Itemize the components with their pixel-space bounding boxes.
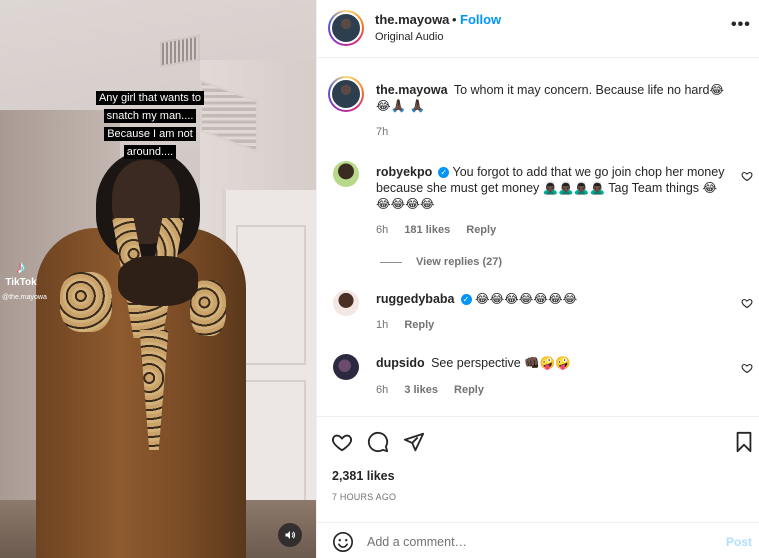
reply-button[interactable]: Reply (454, 384, 484, 396)
follow-button[interactable]: Follow (460, 12, 501, 27)
post-actions: 2,381 likes 7 HOURS AGO Post (317, 416, 759, 556)
more-options-button[interactable]: ••• (731, 16, 751, 34)
avatar[interactable] (328, 76, 364, 112)
add-comment-row: Post (317, 522, 759, 557)
reply-button[interactable]: Reply (466, 224, 496, 236)
emoji-smiley-icon[interactable] (332, 531, 354, 553)
video-caption: Any girl that wants to snatch my man....… (90, 88, 210, 160)
speaker-icon (285, 531, 296, 539)
comment-likes[interactable]: 181 likes (404, 224, 450, 236)
comment-meta: 6h 3 likes Reply (376, 384, 497, 396)
add-comment-input[interactable] (367, 532, 707, 552)
tiktok-watermark: ♪ TikTok (3, 257, 39, 288)
avatar[interactable] (333, 290, 359, 316)
avatar[interactable] (333, 161, 359, 187)
comment-likes[interactable]: 3 likes (404, 384, 438, 396)
view-replies-button[interactable]: View replies (27) (380, 256, 502, 268)
door-panel (236, 225, 306, 365)
comment-meta: 1h Reply (376, 319, 447, 331)
comment-time[interactable]: 6h (376, 384, 388, 396)
caption-meta: 7h (376, 126, 401, 138)
post-author-username[interactable]: the.mayowa (375, 12, 449, 27)
comment-time[interactable]: 1h (376, 319, 388, 331)
like-comment-heart-icon[interactable] (741, 170, 753, 182)
audio-toggle-button[interactable] (278, 523, 302, 547)
comment-username[interactable]: dupsido (376, 356, 425, 370)
like-comment-heart-icon[interactable] (741, 362, 753, 374)
caption-text: the.mayowa To whom it may concern. Becau… (376, 83, 725, 113)
post-comment-button[interactable]: Post (726, 535, 752, 549)
verified-badge-icon: ✓ (460, 294, 472, 305)
tiktok-logo-icon: ♪ (16, 257, 26, 277)
separator-dot: • (452, 12, 457, 27)
comment-text: dupsido See perspective 👊🏿🤪🤪 (376, 356, 571, 370)
audio-label[interactable]: Original Audio (375, 31, 444, 43)
comment-username[interactable]: robyekpo (376, 165, 432, 179)
comment-time[interactable]: 6h (376, 224, 388, 236)
robe-cuff (60, 272, 112, 332)
video-player[interactable]: Any girl that wants to snatch my man....… (0, 0, 316, 558)
like-comment-heart-icon[interactable] (741, 297, 753, 309)
share-paper-plane-icon[interactable] (403, 431, 425, 453)
like-heart-icon[interactable] (331, 431, 353, 453)
reply-button[interactable]: Reply (404, 319, 434, 331)
tiktok-handle: @the.mayowa (2, 294, 47, 301)
comment-text: robyekpo ✓ You forgot to add that we go j… (376, 165, 725, 211)
verified-badge-icon: ✓ (438, 167, 450, 178)
post-likes-count[interactable]: 2,381 likes (332, 469, 395, 483)
post-side-panel: the.mayowa • Follow Original Audio ••• t… (316, 0, 759, 558)
person-hands (118, 256, 198, 306)
caption-time[interactable]: 7h (376, 126, 388, 138)
post-timestamp[interactable]: 7 HOURS AGO (332, 492, 396, 502)
comment-meta: 6h 181 likes Reply (376, 224, 509, 236)
divider (380, 261, 402, 263)
comment-username[interactable]: ruggedybaba (376, 292, 455, 306)
comment-bubble-icon[interactable] (367, 431, 389, 453)
avatar[interactable] (333, 354, 359, 380)
caption-username[interactable]: the.mayowa (376, 83, 448, 97)
post-header: the.mayowa • Follow Original Audio ••• (317, 0, 759, 58)
avatar[interactable] (328, 10, 364, 46)
comment-text: ruggedybaba ✓ 😂😂😂😂😂😂😂 (376, 292, 578, 306)
save-bookmark-icon[interactable] (733, 431, 755, 453)
